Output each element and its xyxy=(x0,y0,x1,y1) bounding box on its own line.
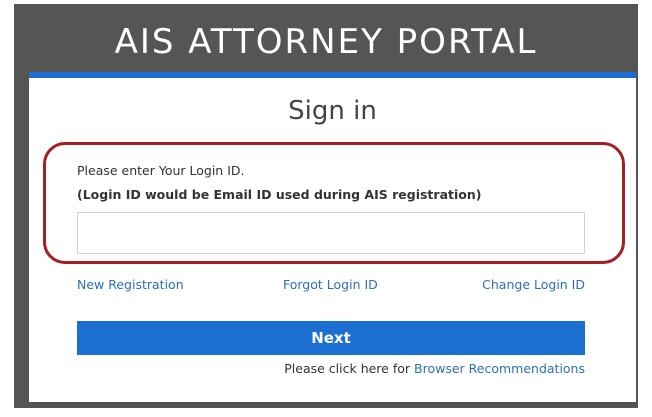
browser-recommendations-link[interactable]: Browser Recommendations xyxy=(414,361,585,376)
signin-title: Sign in xyxy=(288,96,377,126)
new-registration-link[interactable]: New Registration xyxy=(77,277,184,292)
next-button[interactable]: Next xyxy=(77,321,585,355)
forgot-login-id-link[interactable]: Forgot Login ID xyxy=(283,277,378,292)
portal-title: AIS ATTORNEY PORTAL xyxy=(114,22,538,62)
login-id-note: (Login ID would be Email ID used during … xyxy=(77,187,482,202)
screenshot-frame: AIS ATTORNEY PORTAL Sign in Please enter… xyxy=(0,0,652,417)
change-login-id-link[interactable]: Change Login ID xyxy=(482,277,585,292)
login-id-input[interactable] xyxy=(77,212,585,254)
browser-note-text: Please click here for xyxy=(284,361,411,376)
login-id-prompt: Please enter Your Login ID. xyxy=(77,163,245,178)
browser-recommendation-note: Please click here for Browser Recommenda… xyxy=(284,361,585,376)
